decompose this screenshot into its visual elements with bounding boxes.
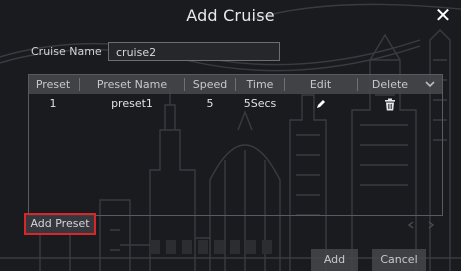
preset-name-cell: preset1: [111, 97, 153, 110]
cancel-button[interactable]: Cancel: [372, 249, 426, 271]
add-button[interactable]: Add: [311, 249, 358, 271]
pencil-icon[interactable]: [315, 98, 327, 110]
page-arrows: [407, 221, 435, 229]
column-header-edit: Edit: [309, 78, 332, 91]
cruise-name-label: Cruise Name: [31, 45, 102, 58]
column-header-speed: Speed: [192, 78, 228, 91]
trash-icon[interactable]: [384, 98, 396, 111]
table-row[interactable]: 1 preset1 5 5Secs: [29, 94, 442, 113]
column-divider: [184, 78, 185, 91]
chevron-right-icon: [428, 221, 435, 229]
add-preset-button[interactable]: Add Preset: [24, 213, 96, 235]
preset-table: Preset Preset Name Speed Time Edit Delet…: [28, 74, 443, 216]
column-header-preset-name: Preset Name: [96, 78, 168, 91]
edit-cell: [287, 94, 354, 113]
column-header-delete: Delete: [371, 78, 409, 91]
chevron-down-icon[interactable]: [424, 78, 436, 90]
time-cell: 5Secs: [243, 97, 277, 110]
add-cruise-dialog: Add Cruise ✕ Cruise Name cruise2 Preset …: [0, 0, 461, 271]
column-header-preset: Preset: [35, 78, 71, 91]
table-header: Preset Preset Name Speed Time Edit Delet…: [29, 75, 442, 94]
column-divider: [357, 78, 358, 91]
column-divider: [284, 78, 285, 91]
preset-number-cell: 1: [49, 97, 57, 110]
chevron-left-icon: [407, 221, 414, 229]
column-divider: [79, 78, 80, 91]
close-icon[interactable]: ✕: [432, 4, 454, 26]
dialog-title: Add Cruise: [186, 6, 275, 25]
delete-cell: [360, 94, 420, 113]
column-header-time: Time: [246, 78, 274, 91]
dialog-titlebar: Add Cruise ✕: [0, 0, 461, 36]
column-divider: [235, 78, 236, 91]
cruise-name-input[interactable]: cruise2: [108, 42, 280, 61]
speed-cell: 5: [206, 97, 214, 110]
